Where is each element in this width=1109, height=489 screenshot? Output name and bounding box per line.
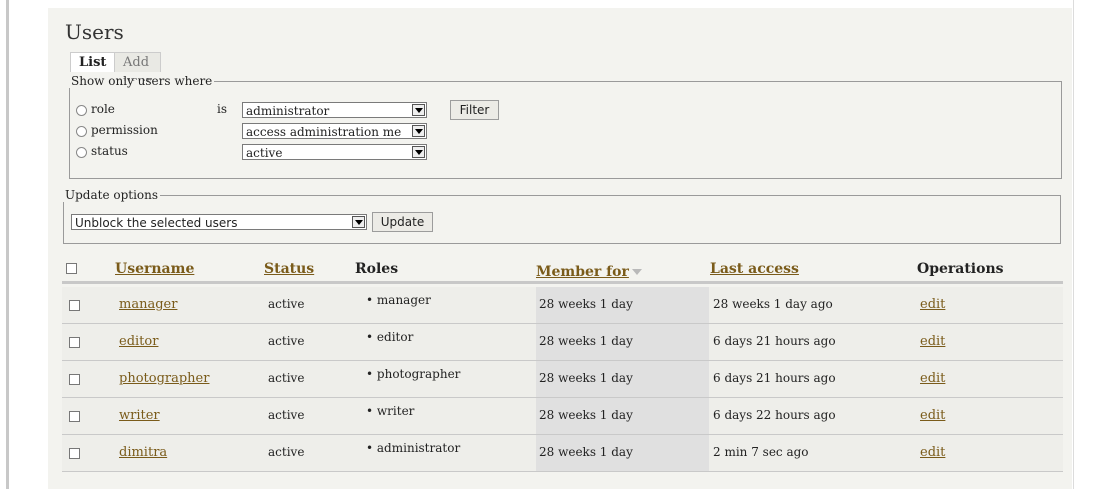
member-for-cell: 28 weeks 1 day	[539, 297, 633, 311]
status-select-value: active	[246, 146, 283, 160]
radio-status[interactable]	[76, 147, 87, 158]
filter-fieldset: Show only users where role is administra…	[69, 74, 1062, 179]
table-row: editor active editor 28 weeks 1 day 6 da…	[62, 324, 1063, 361]
status-cell: active	[268, 371, 305, 385]
filter-label-status: status	[91, 144, 128, 158]
update-action-select[interactable]: Unblock the selected users	[71, 214, 367, 230]
chevron-down-icon	[412, 146, 425, 158]
last-access-cell: 28 weeks 1 day ago	[713, 297, 833, 311]
permission-select-value: access administration me	[246, 125, 402, 139]
last-access-cell: 2 min 7 sec ago	[713, 445, 809, 459]
member-for-cell: 28 weeks 1 day	[539, 445, 633, 459]
row-checkbox[interactable]	[69, 411, 80, 422]
member-for-cell: 28 weeks 1 day	[539, 371, 633, 385]
edit-link[interactable]: edit	[920, 371, 945, 386]
header-roles: Roles	[355, 261, 399, 277]
edit-link[interactable]: edit	[920, 445, 945, 460]
filter-label-role: role	[91, 102, 115, 116]
role-select-value: administrator	[246, 104, 330, 118]
row-checkbox[interactable]	[69, 374, 80, 385]
member-for-cell: 28 weeks 1 day	[539, 408, 633, 422]
tab-list[interactable]: List	[70, 52, 116, 72]
header-operations: Operations	[917, 261, 1004, 277]
role-select[interactable]: administrator	[242, 102, 427, 118]
table-row: manager active manager 28 weeks 1 day 28…	[62, 287, 1063, 324]
table-header: Username Status Roles Member for Last ac…	[62, 261, 1063, 284]
filter-label-permission: permission	[91, 123, 158, 137]
row-checkbox[interactable]	[69, 448, 80, 459]
select-all-checkbox[interactable]	[66, 263, 77, 274]
right-border	[1073, 0, 1074, 489]
filter-operator: is	[217, 102, 227, 116]
status-cell: active	[268, 334, 305, 348]
header-username[interactable]: Username	[115, 261, 194, 277]
left-border	[0, 0, 10, 489]
last-access-cell: 6 days 22 hours ago	[713, 408, 836, 422]
filter-button[interactable]: Filter	[450, 100, 499, 120]
edit-link[interactable]: edit	[920, 408, 945, 423]
edit-link[interactable]: edit	[920, 334, 945, 349]
update-action-value: Unblock the selected users	[75, 216, 238, 230]
status-select[interactable]: active	[242, 144, 427, 160]
permission-select[interactable]: access administration me	[242, 123, 427, 139]
header-last-access[interactable]: Last access	[710, 261, 799, 277]
role-item: editor	[366, 330, 413, 344]
update-button[interactable]: Update	[372, 212, 433, 232]
radio-role[interactable]	[76, 105, 87, 116]
update-fieldset: Update options Unblock the selected user…	[63, 188, 1061, 244]
status-cell: active	[268, 445, 305, 459]
tab-add-user[interactable]: Add user	[114, 52, 161, 89]
row-checkbox[interactable]	[69, 337, 80, 348]
content-panel: Users List Add user Show only users wher…	[48, 8, 1072, 489]
chevron-down-icon	[412, 104, 425, 116]
username-link[interactable]: dimitra	[119, 445, 167, 460]
status-cell: active	[268, 408, 305, 422]
header-member-for[interactable]: Member for	[536, 261, 642, 280]
username-link[interactable]: photographer	[119, 371, 209, 386]
page-title: Users	[65, 20, 124, 44]
member-for-cell: 28 weeks 1 day	[539, 334, 633, 348]
header-status[interactable]: Status	[264, 261, 314, 277]
role-item: photographer	[366, 367, 461, 381]
role-item: manager	[366, 293, 431, 307]
update-legend: Update options	[65, 188, 159, 202]
chevron-down-icon	[352, 216, 365, 228]
row-checkbox[interactable]	[69, 300, 80, 311]
table-row: dimitra active administrator 28 weeks 1 …	[62, 435, 1063, 472]
role-item: writer	[366, 404, 415, 418]
username-link[interactable]: writer	[119, 408, 160, 423]
table-row: photographer active photographer 28 week…	[62, 361, 1063, 398]
last-access-cell: 6 days 21 hours ago	[713, 334, 836, 348]
username-link[interactable]: editor	[119, 334, 158, 349]
username-link[interactable]: manager	[119, 297, 177, 312]
radio-permission[interactable]	[76, 126, 87, 137]
filter-legend: Show only users where	[71, 74, 213, 88]
status-cell: active	[268, 297, 305, 311]
role-item: administrator	[366, 441, 460, 455]
table-row: writer active writer 28 weeks 1 day 6 da…	[62, 398, 1063, 435]
last-access-cell: 6 days 21 hours ago	[713, 371, 836, 385]
chevron-down-icon	[412, 125, 425, 137]
sort-desc-icon	[631, 268, 642, 275]
edit-link[interactable]: edit	[920, 297, 945, 312]
